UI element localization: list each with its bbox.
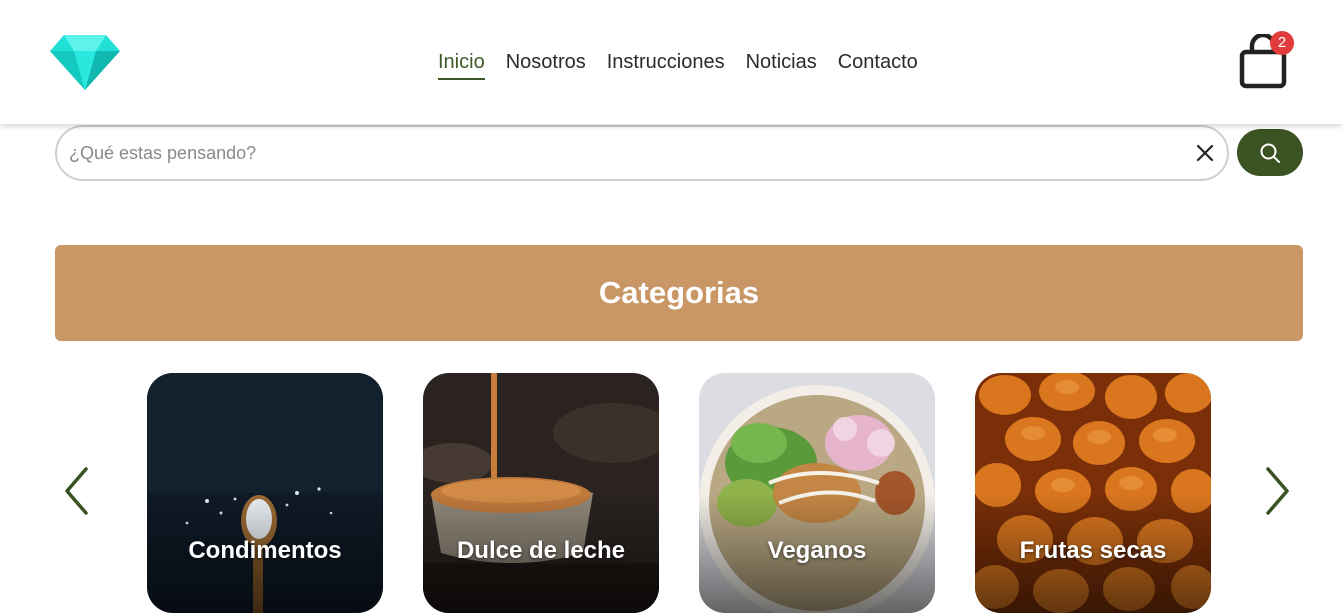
categories-title: Categorias [598, 275, 760, 310]
diamond-icon[interactable] [50, 33, 120, 91]
category-card-dulce-de-leche[interactable]: Dulce de leche [423, 373, 659, 613]
category-label: Frutas secas [1019, 537, 1167, 564]
close-icon[interactable] [1193, 141, 1217, 165]
category-label: Condimentos [188, 537, 342, 564]
category-label: Veganos [767, 537, 867, 564]
category-card-veganos[interactable]: Veganos [699, 373, 935, 613]
main-nav: Inicio Nosotros Instrucciones Noticias C… [438, 48, 918, 80]
categories-banner: Categorias [55, 245, 1303, 341]
category-label: Dulce de leche [456, 537, 626, 564]
nav-noticias[interactable]: Noticias [746, 48, 817, 80]
nav-instrucciones[interactable]: Instrucciones [607, 48, 725, 80]
search-icon [1260, 143, 1280, 163]
nav-nosotros[interactable]: Nosotros [506, 48, 586, 80]
top-header: Inicio Nosotros Instrucciones Noticias C… [0, 0, 1343, 124]
category-card-condimentos[interactable]: Condimentos [147, 373, 383, 613]
nav-inicio[interactable]: Inicio [438, 48, 485, 80]
chevron-right-icon[interactable] [1262, 466, 1292, 516]
search-button[interactable] [1237, 129, 1303, 176]
search-bar [55, 125, 1229, 181]
cart-count-badge: 2 [1270, 31, 1294, 55]
category-card-frutas-secas[interactable]: Frutas secas [975, 373, 1211, 613]
nav-contacto[interactable]: Contacto [838, 48, 918, 80]
search-input[interactable] [69, 127, 1189, 179]
chevron-left-icon[interactable] [62, 466, 92, 516]
